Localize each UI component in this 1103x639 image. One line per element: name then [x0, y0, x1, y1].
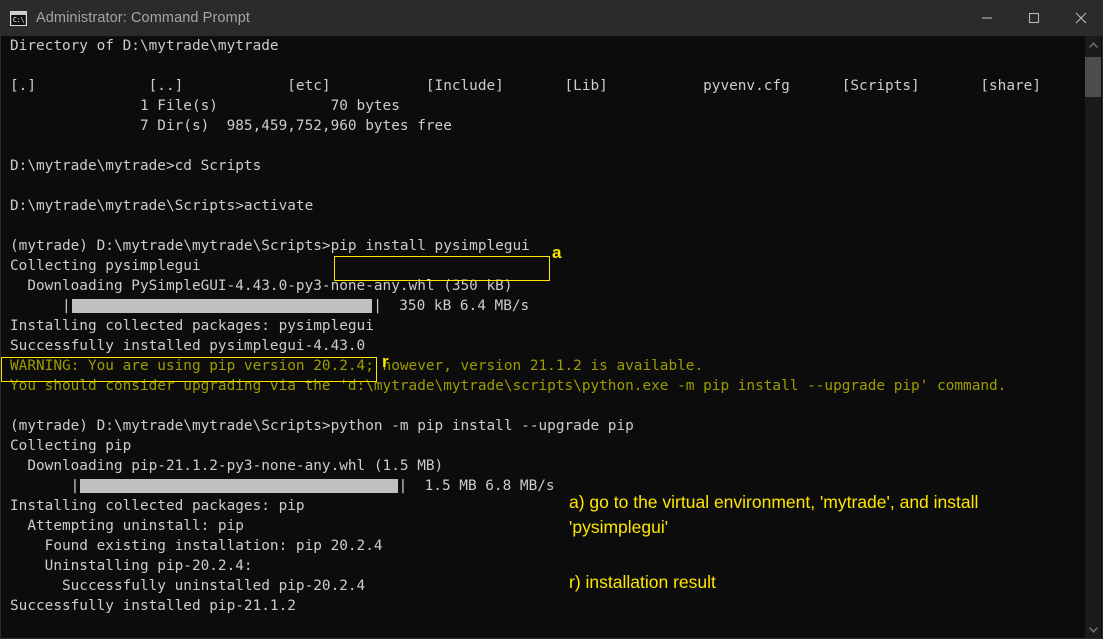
console-line [10, 396, 1041, 416]
progress-bar-fill [72, 299, 373, 313]
command-prompt-icon: C:\ [10, 11, 27, 26]
console-line [10, 216, 1041, 236]
console-line: Downloading pip-21.1.2-py3-none-any.whl … [10, 456, 1041, 476]
console-line: [.] [..] [etc] [Include] [Lib] pyvenv.cf… [10, 76, 1041, 96]
console-line: Installing collected packages: pysimpleg… [10, 316, 1041, 336]
console-line: 1 File(s) 70 bytes [10, 96, 1041, 116]
annotation-note-a: a) go to the virtual environment, 'mytra… [569, 490, 978, 540]
minimize-button[interactable] [963, 0, 1010, 36]
close-button[interactable] [1057, 0, 1103, 36]
console-line: (mytrade) D:\mytrade\mytrade\Scripts>pip… [10, 236, 1041, 256]
console-line: Successfully uninstalled pip-20.2.4 [10, 576, 1041, 596]
download-progress-bar: || 350 kB 6.4 MB/s [10, 296, 1041, 316]
console-line: Collecting pysimplegui [10, 256, 1041, 276]
console-line [10, 176, 1041, 196]
install-result-highlight-letter: r [382, 353, 389, 370]
console-line: (mytrade) D:\mytrade\mytrade\Scripts>pyt… [10, 416, 1041, 436]
window-titlebar[interactable]: C:\ Administrator: Command Prompt [1, 0, 1103, 36]
console-line: Downloading PySimpleGUI-4.43.0-py3-none-… [10, 276, 1041, 296]
console-line: D:\mytrade\mytrade\Scripts>activate [10, 196, 1041, 216]
console-line: D:\mytrade\mytrade>cd Scripts [10, 156, 1041, 176]
command-prompt-window: C:\ Administrator: Command Prompt Direct… [0, 0, 1103, 639]
progress-bar-fill [80, 479, 397, 493]
terminal-output-area[interactable]: Directory of D:\mytrade\mytrade [.] [..]… [2, 36, 1088, 638]
console-line [10, 56, 1041, 76]
command-prompt-icon-text: C:\ [12, 15, 25, 25]
console-line: Uninstalling pip-20.2.4: [10, 556, 1041, 576]
progress-bar-stats: 350 kB 6.4 MB/s [382, 298, 529, 314]
console-line: WARNING: You are using pip version 20.2.… [10, 356, 1041, 376]
window-title: Administrator: Command Prompt [36, 10, 250, 26]
annotation-note-r: r) installation result [569, 570, 716, 595]
scroll-up-button[interactable] [1085, 36, 1101, 53]
console-line: Collecting pip [10, 436, 1041, 456]
console-line [10, 136, 1041, 156]
console-line: You should consider upgrading via the 'd… [10, 376, 1041, 396]
console-line: Successfully installed pip-21.1.2 [10, 596, 1041, 616]
progress-bar-stats: 1.5 MB 6.8 MB/s [407, 478, 554, 494]
console-line: Directory of D:\mytrade\mytrade [10, 36, 1041, 56]
scrollbar-thumb[interactable] [1085, 57, 1101, 97]
window-controls [963, 0, 1103, 36]
console-line: Successfully installed pysimplegui-4.43.… [10, 336, 1041, 356]
maximize-button[interactable] [1010, 0, 1057, 36]
vertical-scrollbar[interactable] [1085, 36, 1101, 638]
console-line: 7 Dir(s) 985,459,752,960 bytes free [10, 116, 1041, 136]
pip-install-command-highlight-letter: a [552, 244, 561, 261]
scroll-down-button[interactable] [1085, 621, 1101, 638]
